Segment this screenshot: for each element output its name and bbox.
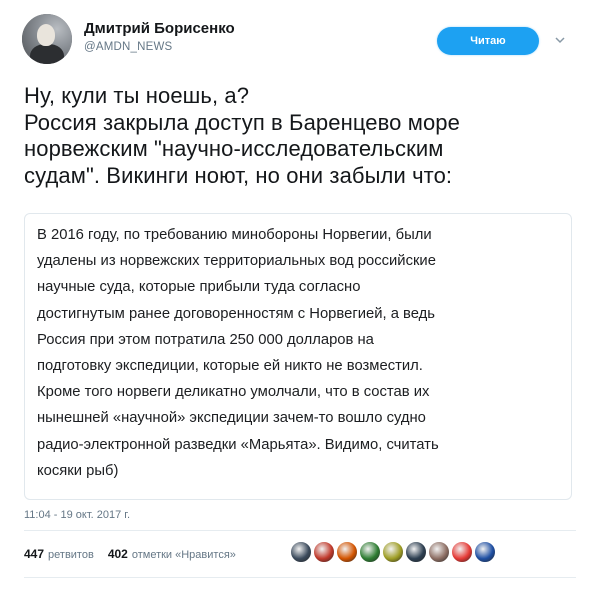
tweet-text: Ну, кули ты ноешь, а? Россия закрыла дос… <box>24 83 584 189</box>
author-avatar[interactable] <box>22 14 72 64</box>
tweet-stats: 447 ретвитов 402 отметки «Нравится» <box>24 547 250 561</box>
likers-avatars <box>290 541 497 563</box>
chevron-down-icon[interactable] <box>554 34 566 46</box>
following-button[interactable]: Читаю <box>437 27 539 55</box>
quote-line: удалены из норвежских территориальных во… <box>37 253 436 270</box>
quoted-text-card[interactable]: В 2016 году, по требованию минобороны Но… <box>24 213 572 500</box>
avatar-face <box>37 24 55 46</box>
quote-line: В 2016 году, по требованию минобороны Но… <box>37 227 432 243</box>
quote-line: косяки рыб) <box>37 462 119 479</box>
liker-avatar-1[interactable] <box>290 541 312 563</box>
tweet-line: судам". Викинги ноют, но они забыли что: <box>24 162 453 188</box>
liker-avatar-4[interactable] <box>359 541 381 563</box>
liker-avatar-2[interactable] <box>313 541 335 563</box>
retweets-count[interactable]: 447 <box>24 547 44 561</box>
tweet-timestamp[interactable]: 11:04 - 19 окт. 2017 г. <box>24 509 130 521</box>
quote-line: радио-электронной разведки «Марьята». Ви… <box>37 436 439 453</box>
quote-line: нынешней «научной» экспедиции зачем-то в… <box>37 410 426 427</box>
quote-line: достигнутым ранее договоренностям с Норв… <box>37 305 435 322</box>
liker-avatar-3[interactable] <box>336 541 358 563</box>
retweets-label[interactable]: ретвитов <box>48 549 94 561</box>
liker-avatar-7[interactable] <box>428 541 450 563</box>
divider <box>24 530 576 531</box>
quote-line: Россия при этом потратила 250 000 доллар… <box>37 331 374 348</box>
tweet-line: норвежским "научно-исследовательским <box>24 136 444 161</box>
divider <box>24 577 576 578</box>
likes-count[interactable]: 402 <box>108 547 128 561</box>
avatar-figure <box>30 44 64 64</box>
likes-label[interactable]: отметки «Нравится» <box>132 549 236 561</box>
quote-line: подготовку экспедиции, которые ей никто … <box>37 358 423 375</box>
tweet-line: Ну, кули ты ноешь, а? <box>24 83 250 108</box>
quote-line: Кроме того норвеги деликатно умолчали, ч… <box>37 384 430 401</box>
liker-avatar-6[interactable] <box>405 541 427 563</box>
tweet-line: Россия закрыла доступ в Баренцево море <box>24 109 460 135</box>
quote-line: научные суда, которые прибыли туда согла… <box>37 279 361 296</box>
liker-avatar-9[interactable] <box>474 541 496 563</box>
author-name[interactable]: Дмитрий Борисенко <box>84 20 235 37</box>
liker-avatar-5[interactable] <box>382 541 404 563</box>
liker-avatar-8[interactable] <box>451 541 473 563</box>
author-handle[interactable]: @AMDN_NEWS <box>84 41 172 53</box>
